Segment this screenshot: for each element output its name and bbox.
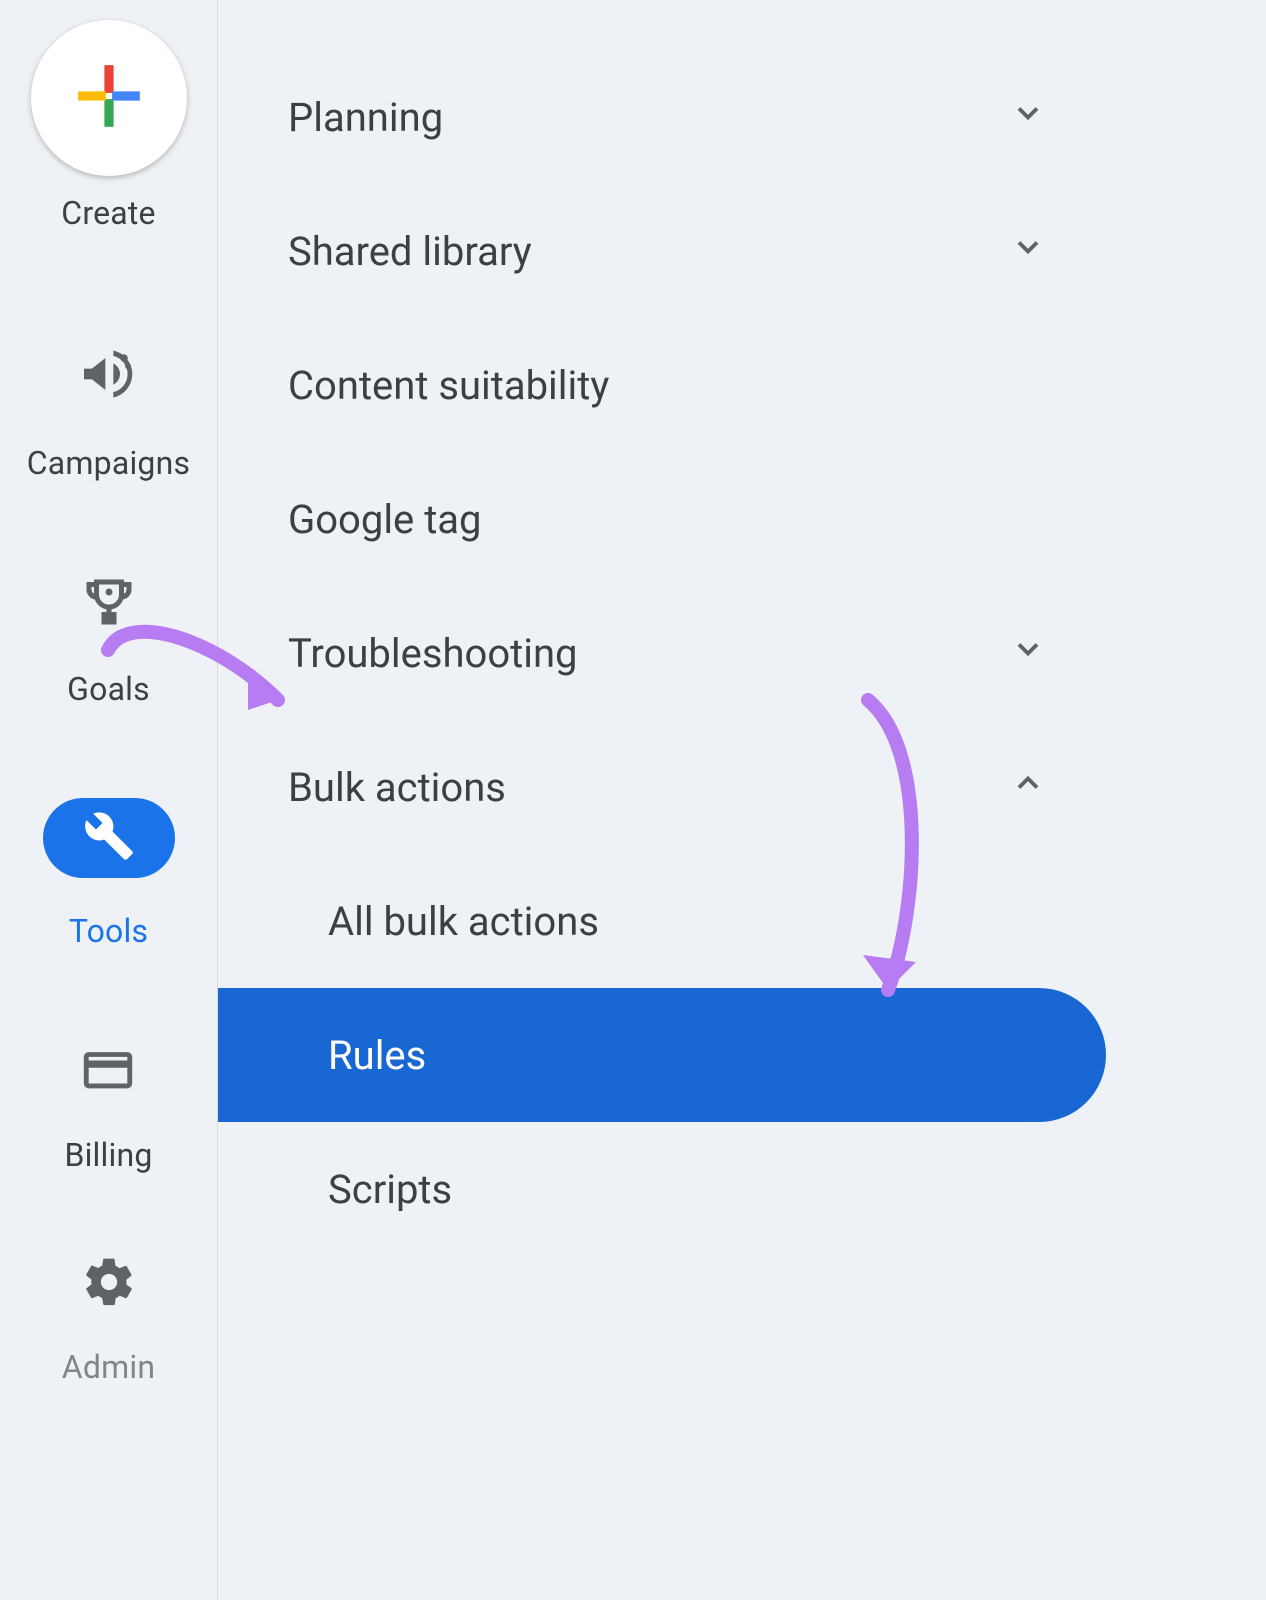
- submenu-item-rules[interactable]: Rules: [218, 988, 1106, 1122]
- menu-item-bulk-actions[interactable]: Bulk actions: [218, 720, 1266, 854]
- rail-item-label: Billing: [64, 1136, 152, 1174]
- rail-item-label: Admin: [62, 1348, 155, 1386]
- create-label: Create: [61, 194, 155, 232]
- chevron-down-icon: [1010, 94, 1046, 141]
- card-icon: [79, 1040, 137, 1102]
- rail-item-label: Goals: [67, 670, 150, 708]
- rail-item-billing[interactable]: Billing: [64, 1040, 152, 1174]
- menu-item-label: Google tag: [288, 496, 482, 543]
- menu-item-troubleshooting[interactable]: Troubleshooting: [218, 586, 1266, 720]
- gear-icon: [81, 1254, 137, 1314]
- megaphone-icon: [76, 342, 140, 410]
- tools-icon: [83, 810, 135, 866]
- rail-item-campaigns[interactable]: Campaigns: [27, 342, 190, 482]
- submenu-item-all-bulk-actions[interactable]: All bulk actions: [218, 854, 1266, 988]
- submenu-item-label: Scripts: [328, 1166, 452, 1213]
- menu-item-label: Troubleshooting: [288, 630, 578, 677]
- menu-item-label: Bulk actions: [288, 764, 506, 811]
- rail-active-pill: [43, 798, 175, 878]
- chevron-up-icon: [1010, 764, 1046, 811]
- trophy-icon: [79, 572, 139, 636]
- rail-item-label: Tools: [69, 912, 148, 950]
- submenu-item-scripts[interactable]: Scripts: [218, 1122, 1266, 1256]
- chevron-down-icon: [1010, 228, 1046, 275]
- menu-item-label: Shared library: [288, 228, 532, 275]
- rail-item-admin[interactable]: Admin: [62, 1254, 155, 1386]
- tools-menu-panel: Planning Shared library Content suitabil…: [218, 0, 1266, 1600]
- create-button[interactable]: [31, 20, 187, 176]
- submenu-item-label: Rules: [328, 1032, 426, 1079]
- submenu-item-label: All bulk actions: [328, 898, 599, 945]
- menu-item-google-tag[interactable]: Google tag: [218, 452, 1266, 586]
- left-nav-rail: Create Campaigns Goals: [0, 0, 218, 1600]
- menu-item-label: Planning: [288, 94, 443, 141]
- chevron-down-icon: [1010, 630, 1046, 677]
- menu-item-planning[interactable]: Planning: [218, 50, 1266, 184]
- rail-item-tools[interactable]: Tools: [43, 798, 175, 950]
- menu-item-content-suitability[interactable]: Content suitability: [218, 318, 1266, 452]
- plus-icon: [72, 59, 146, 137]
- rail-item-goals[interactable]: Goals: [67, 572, 150, 708]
- rail-item-label: Campaigns: [27, 444, 190, 482]
- menu-item-label: Content suitability: [288, 362, 609, 409]
- menu-item-shared-library[interactable]: Shared library: [218, 184, 1266, 318]
